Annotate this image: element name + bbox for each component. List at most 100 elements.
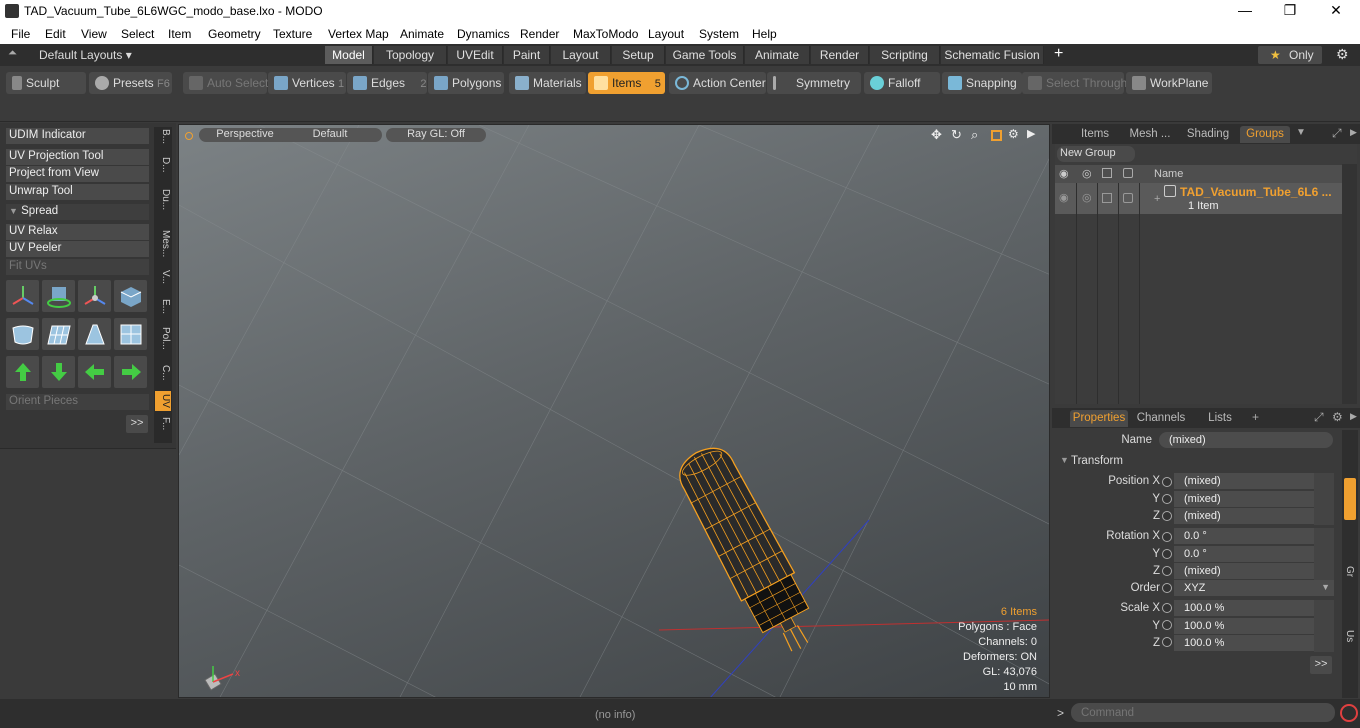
side-tab-active[interactable] <box>1344 478 1356 520</box>
fit-uvs-button[interactable]: Fit UVs <box>6 259 149 275</box>
default-layouts-dropdown[interactable]: Default Layouts ▾ <box>39 48 132 62</box>
menu-geometry[interactable]: Geometry <box>208 27 261 41</box>
transform-collapse-icon[interactable]: ▼ <box>1060 455 1069 465</box>
props-settings-icon[interactable]: ⚙ <box>1332 410 1343 424</box>
vtab-pol[interactable]: Pol... <box>155 327 171 350</box>
tab-mesh[interactable]: Mesh ... <box>1124 126 1176 143</box>
position-z-field[interactable]: (mixed) <box>1174 508 1314 524</box>
tab-lists[interactable]: Lists <box>1200 410 1240 427</box>
tab-uvedit[interactable]: UVEdit <box>448 46 503 64</box>
tab-schematic-fusion[interactable]: Schematic Fusion <box>941 46 1044 64</box>
rotation-y-field[interactable]: 0.0 ° <box>1174 546 1314 562</box>
scale-y-field[interactable]: 100.0 % <box>1174 618 1314 634</box>
menu-vertex-map[interactable]: Vertex Map <box>328 27 389 41</box>
ray-gl-toggle[interactable]: Ray GL: Off <box>386 128 486 142</box>
polygons-button[interactable]: Polygons <box>428 72 504 94</box>
props-expand-arrow-icon[interactable]: ▶ <box>1350 411 1357 422</box>
side-tab-us[interactable]: Us <box>1344 630 1355 642</box>
group-select-checkbox[interactable] <box>1123 193 1133 203</box>
expand-plus-icon[interactable]: + <box>1154 193 1160 205</box>
tab-topology[interactable]: Topology <box>374 46 447 64</box>
menu-animate[interactable]: Animate <box>400 27 444 41</box>
visibility-column-eye-icon[interactable]: ◉ <box>1059 167 1069 180</box>
action-center-button[interactable]: Action Center <box>669 72 766 94</box>
spread-section[interactable]: ▼ Spread <box>6 204 149 220</box>
workplane-button[interactable]: WorkPlane <box>1126 72 1212 94</box>
vtab-e[interactable]: E... <box>155 299 171 314</box>
uv-sphere-map-icon[interactable] <box>6 318 39 350</box>
tab-properties[interactable]: Properties <box>1070 410 1128 427</box>
unwrap-tool-button[interactable]: Unwrap Tool <box>6 184 149 200</box>
group-render-icon[interactable]: ◎ <box>1082 191 1092 204</box>
rotation-x-field[interactable]: 0.0 ° <box>1174 528 1314 544</box>
scale-z-field[interactable]: 100.0 % <box>1174 635 1314 651</box>
vtab-d[interactable]: D... <box>155 157 171 173</box>
rotation-z-radio[interactable] <box>1162 566 1172 576</box>
3d-viewport[interactable]: Perspective Default Ray GL: Off ✥ ↻ ⌕ ⚙ … <box>178 124 1050 698</box>
tab-model[interactable]: Model <box>325 46 373 64</box>
menu-help[interactable]: Help <box>752 27 777 41</box>
group-row[interactable]: ◉ ◎ + TAD_Vacuum_Tube_6L6 ... 1 Item <box>1055 183 1342 214</box>
more-tools-button[interactable]: >> <box>126 415 148 433</box>
group-visibility-eye-icon[interactable]: ◉ <box>1059 191 1069 204</box>
falloff-button[interactable]: Falloff <box>864 72 940 94</box>
scale-keyframe-controls[interactable] <box>1314 600 1334 652</box>
rotation-x-radio[interactable] <box>1162 532 1172 542</box>
uv-transform-icon[interactable] <box>6 280 39 312</box>
menu-texture[interactable]: Texture <box>273 27 312 41</box>
lock-column-icon[interactable] <box>1102 168 1112 178</box>
expand-arrow-icon[interactable]: ▶ <box>1027 127 1035 140</box>
name-column-header[interactable]: Name <box>1154 168 1183 180</box>
select-column-icon[interactable] <box>1123 168 1133 178</box>
new-group-button[interactable]: New Group <box>1057 146 1135 162</box>
project-from-view-button[interactable]: Project from View <box>6 166 149 182</box>
edges-button[interactable]: Edges 2 <box>347 72 427 94</box>
minimize-button[interactable]: — <box>1222 2 1268 22</box>
rotation-z-field[interactable]: (mixed) <box>1174 563 1314 579</box>
pan-icon[interactable]: ✥ <box>931 127 942 143</box>
menu-system[interactable]: System <box>699 27 739 41</box>
tab-setup[interactable]: Setup <box>612 46 665 64</box>
uv-projection-tool-button[interactable]: UV Projection Tool <box>6 149 149 165</box>
symmetry-button[interactable]: Symmetry <box>767 72 861 94</box>
order-radio[interactable] <box>1162 583 1172 593</box>
close-button[interactable]: ✕ <box>1313 2 1359 22</box>
tabs-dropdown-icon[interactable]: ▼ <box>1296 127 1306 138</box>
gear-icon[interactable]: ⚙ <box>1336 46 1349 63</box>
uv-planar-icon[interactable] <box>78 318 111 350</box>
orient-left-icon[interactable] <box>78 356 111 388</box>
uv-box-icon[interactable] <box>114 280 147 312</box>
tab-game-tools[interactable]: Game Tools <box>666 46 744 64</box>
vertices-button[interactable]: Vertices 1 <box>268 72 346 94</box>
menu-file[interactable]: File <box>11 27 30 41</box>
sculpt-button[interactable]: Sculpt <box>6 72 86 94</box>
shading-default-dropdown[interactable]: Default <box>278 128 382 142</box>
select-through-button[interactable]: Select Through <box>1022 72 1127 94</box>
order-dropdown[interactable]: XYZ ▼ <box>1174 580 1334 596</box>
record-macro-icon[interactable] <box>1340 704 1358 722</box>
collapse-arrow-icon[interactable]: ⏶ <box>8 47 17 60</box>
items-button[interactable]: Items 5 <box>588 72 665 94</box>
viewport-menu-dot-icon[interactable] <box>185 132 193 140</box>
menu-layout[interactable]: Layout <box>648 27 684 41</box>
udim-indicator-button[interactable]: UDIM Indicator <box>6 128 149 144</box>
scale-x-field[interactable]: 100.0 % <box>1174 600 1314 616</box>
orient-up-icon[interactable] <box>6 356 39 388</box>
uv-peeler-button[interactable]: UV Peeler <box>6 241 149 257</box>
menu-select[interactable]: Select <box>121 27 154 41</box>
orient-right-icon[interactable] <box>114 356 147 388</box>
maximize-props-icon[interactable]: ⤢ <box>1314 410 1324 425</box>
add-tab-plus[interactable]: + <box>1252 410 1259 424</box>
tab-paint[interactable]: Paint <box>504 46 550 64</box>
maximize-button[interactable]: ❐ <box>1267 2 1313 22</box>
uv-move-icon[interactable] <box>78 280 111 312</box>
menu-dynamics[interactable]: Dynamics <box>457 27 510 41</box>
only-toggle[interactable]: ★ Only <box>1258 46 1322 64</box>
uv-relax-button[interactable]: UV Relax <box>6 224 149 240</box>
orient-pieces-button[interactable]: Orient Pieces <box>6 394 149 410</box>
vtab-mes[interactable]: Mes... <box>155 230 171 257</box>
tab-items[interactable]: Items <box>1070 126 1120 143</box>
command-input[interactable] <box>1071 703 1335 722</box>
fit-view-icon[interactable] <box>991 130 1002 141</box>
position-x-radio[interactable] <box>1162 477 1172 487</box>
